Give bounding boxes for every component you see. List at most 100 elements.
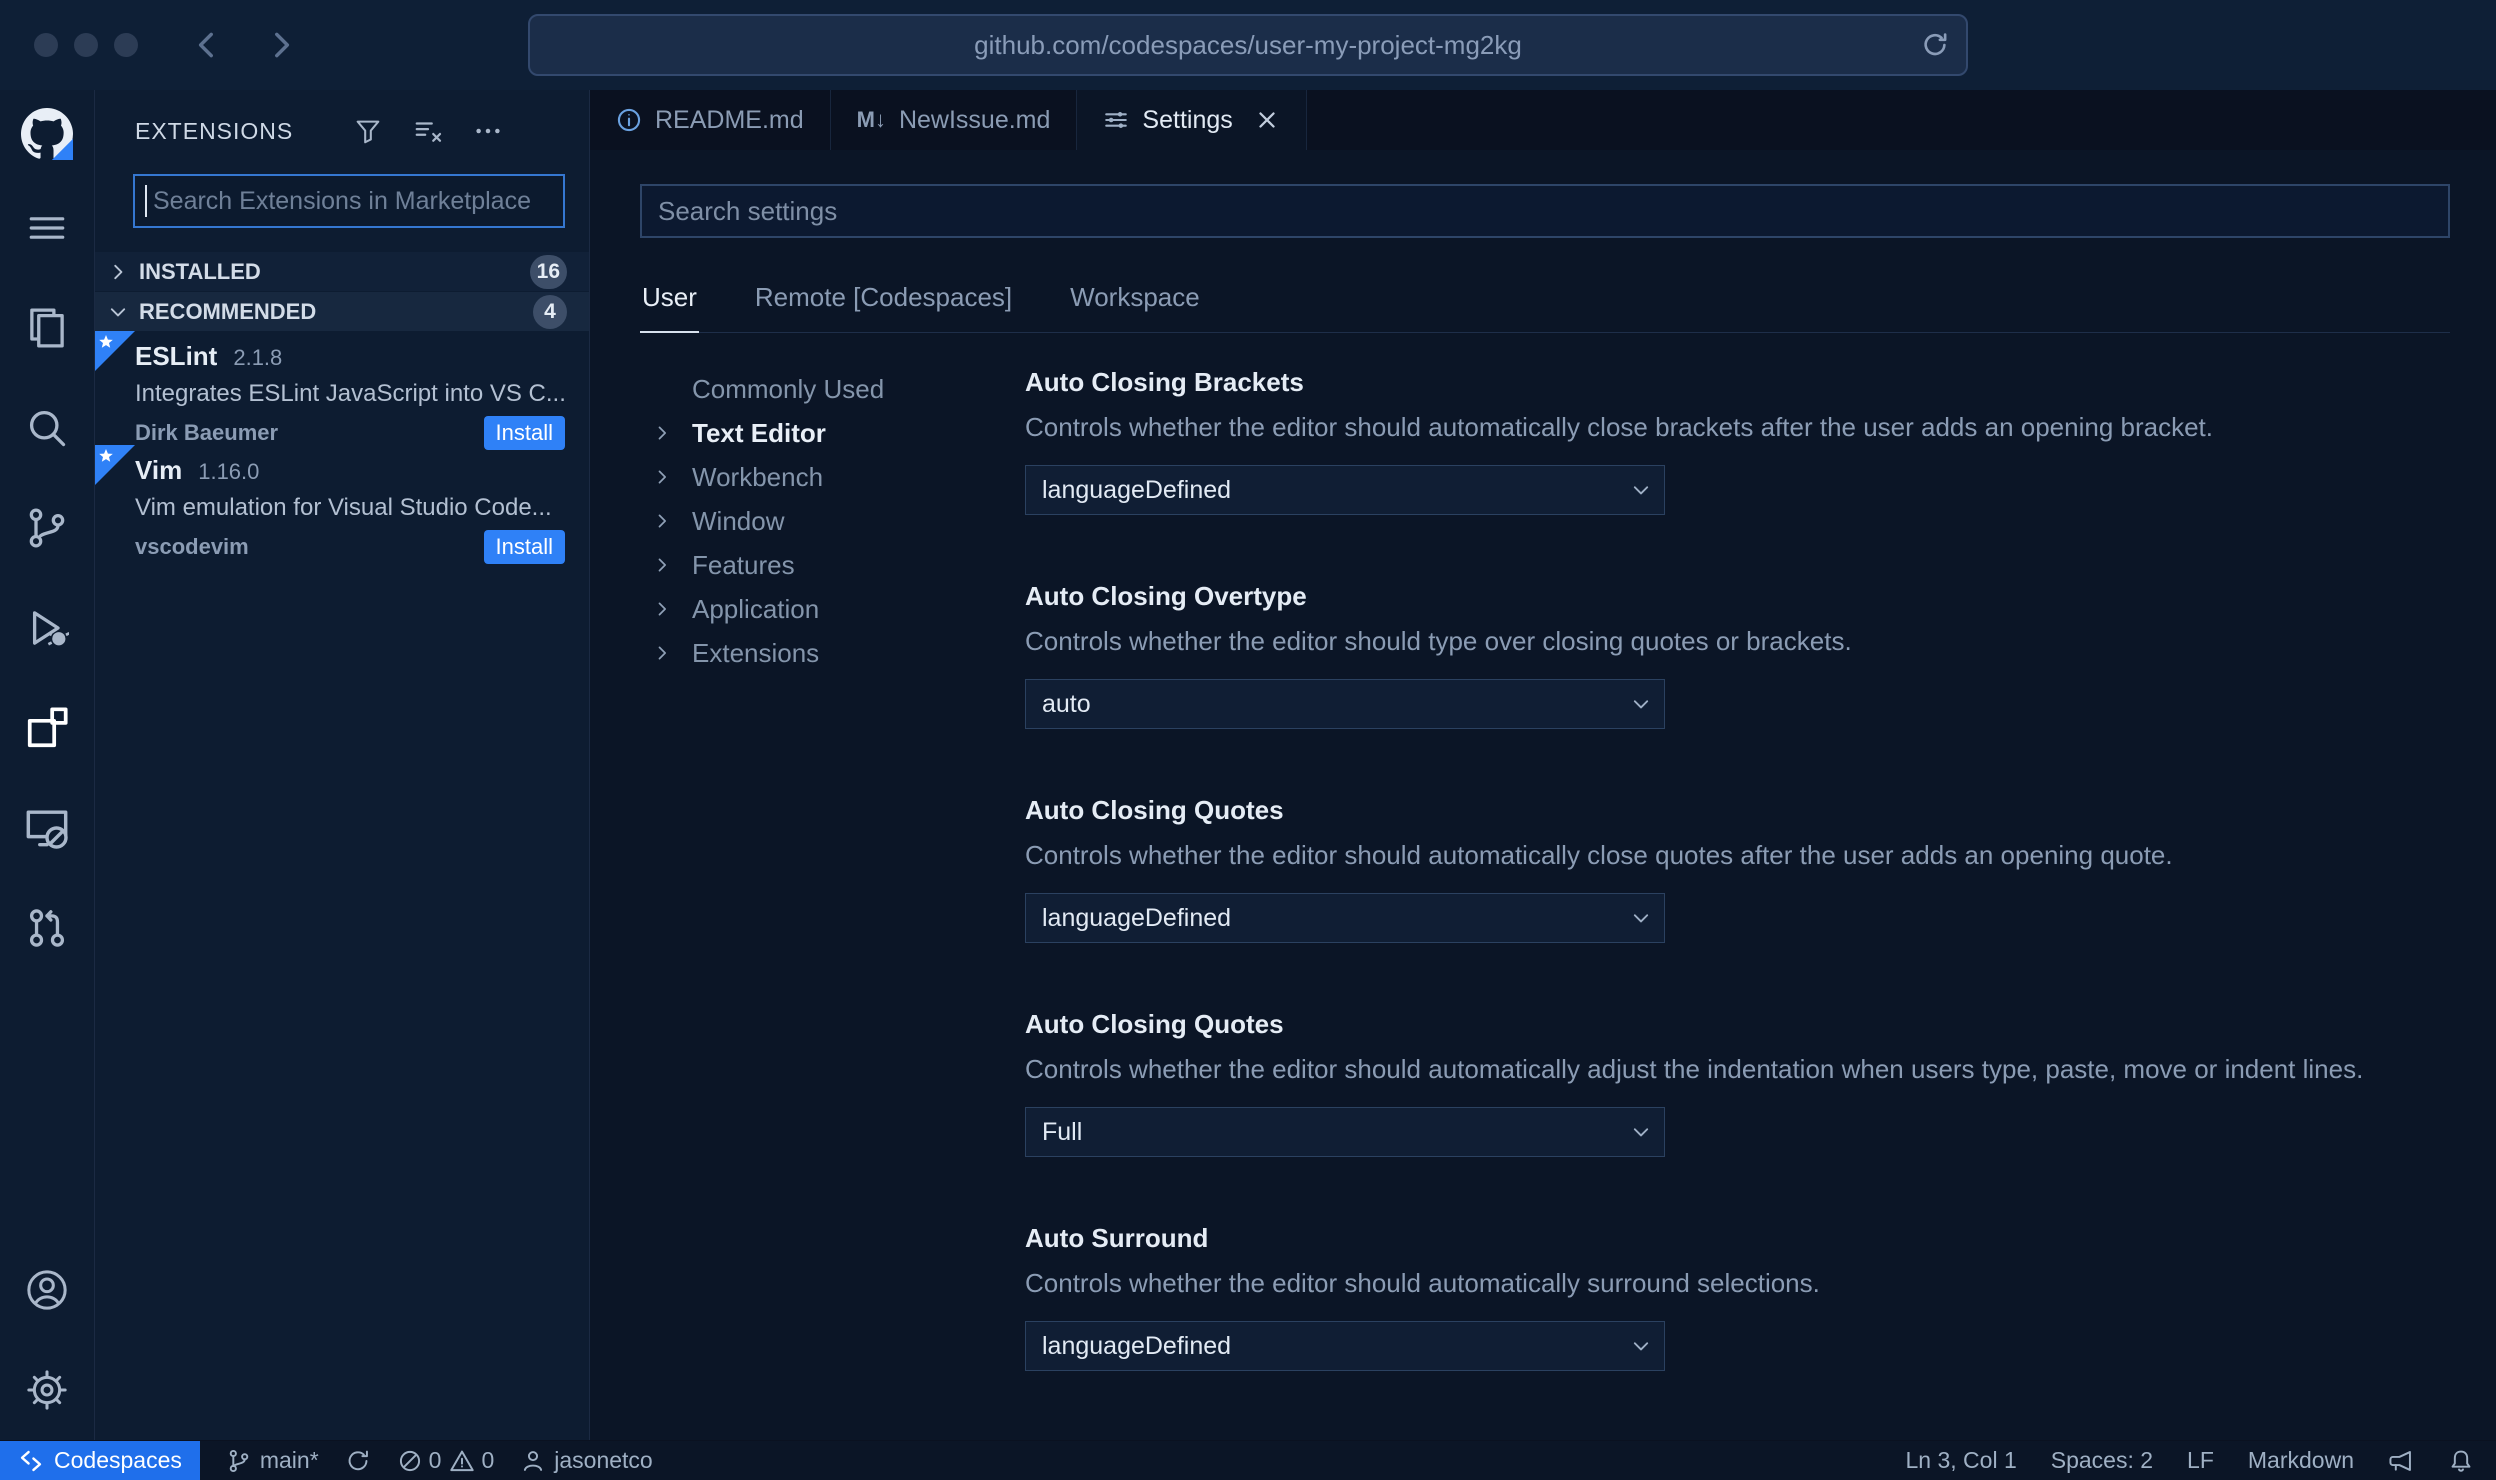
feedback-button[interactable] (2388, 1448, 2414, 1474)
extension-name: Vim (135, 455, 183, 485)
toc-label: Workbench (692, 461, 824, 492)
toc-workbench[interactable]: Workbench (640, 455, 1025, 499)
warning-count: 0 (481, 1447, 495, 1473)
url-bar[interactable]: github.com/codespaces/user-my-project-mg… (528, 14, 1968, 76)
close-tab-button[interactable] (1254, 107, 1280, 133)
extensions-button[interactable] (0, 678, 95, 778)
installed-count-badge: 16 (529, 254, 567, 289)
user-indicator[interactable]: jasonetco (520, 1447, 653, 1474)
chevron-down-icon (1633, 1128, 1649, 1137)
source-control-button[interactable] (0, 478, 95, 578)
setting-auto-indent: Auto Closing Quotes Controls whether the… (1025, 1009, 2450, 1157)
settings-gear-button[interactable] (0, 1340, 95, 1440)
refresh-button[interactable] (1920, 30, 1950, 60)
person-icon (524, 1450, 543, 1471)
tab-readme[interactable]: README.md (590, 90, 831, 150)
language-mode[interactable]: Markdown (2248, 1447, 2354, 1474)
sync-indicator[interactable] (345, 1448, 371, 1474)
indentation-indicator[interactable]: Spaces: 2 (2051, 1447, 2153, 1474)
setting-title: Auto Closing Quotes (1025, 1009, 1284, 1039)
settings-list: Auto Closing Brackets Controls whether t… (1025, 367, 2450, 1440)
extensions-icon (27, 707, 68, 748)
setting-dropdown[interactable]: languageDefined (1025, 465, 1665, 515)
search-button[interactable] (0, 378, 95, 478)
chevron-down-icon (1633, 486, 1649, 495)
settings-tab-icon (1105, 112, 1128, 128)
toc-commonly-used[interactable]: Commonly Used (640, 367, 1025, 411)
extensions-search-input[interactable] (147, 186, 563, 216)
menu-button[interactable] (0, 178, 95, 278)
chevron-down-icon (1633, 914, 1649, 923)
chevron-right-icon (658, 558, 666, 572)
clear-search-button[interactable] (413, 116, 443, 146)
dropdown-value: auto (1042, 689, 1091, 718)
settings-search-input[interactable] (640, 184, 2450, 238)
setting-dropdown[interactable]: Full (1025, 1107, 1665, 1157)
toc-label: Features (692, 549, 795, 580)
extension-author: vscodevim (135, 534, 249, 559)
setting-auto-surround: Auto Surround Controls whether the edito… (1025, 1223, 2450, 1371)
error-count: 0 (428, 1447, 442, 1473)
toc-features[interactable]: Features (640, 543, 1025, 587)
status-bar: Codespaces main* 0 0 jasonetco Ln 3, Col… (0, 1440, 2496, 1480)
window-dot[interactable] (114, 33, 138, 57)
scope-tab-user[interactable]: User (640, 268, 699, 333)
toc-text-editor[interactable]: Text Editor (640, 411, 1025, 455)
warning-icon (450, 1450, 475, 1471)
setting-dropdown[interactable]: languageDefined (1025, 893, 1665, 943)
setting-description: Controls whether the editor should autom… (1025, 840, 2173, 870)
account-icon (27, 1270, 67, 1310)
pull-request-button[interactable] (0, 878, 95, 978)
install-button[interactable]: Install (483, 530, 565, 564)
browser-forward-button[interactable] (264, 28, 298, 62)
activity-bar (0, 90, 95, 1440)
codespaces-remote-button[interactable]: Codespaces (0, 1441, 200, 1480)
scope-tab-workspace[interactable]: Workspace (1068, 268, 1202, 332)
remote-icon (20, 1450, 42, 1471)
setting-dropdown[interactable]: auto (1025, 679, 1665, 729)
extension-name: ESLint (135, 341, 218, 371)
toc-application[interactable]: Application (640, 587, 1025, 631)
cursor-position[interactable]: Ln 3, Col 1 (1906, 1447, 2017, 1474)
remote-explorer-icon (26, 810, 68, 849)
remote-explorer-button[interactable] (0, 778, 95, 878)
refresh-icon (1924, 33, 1947, 56)
more-actions-button[interactable] (473, 116, 503, 146)
eol-indicator[interactable]: LF (2187, 1447, 2214, 1474)
section-recommended[interactable]: RECOMMENDED 4 (95, 292, 589, 331)
problems-indicator[interactable]: 0 0 (397, 1447, 495, 1474)
tab-settings[interactable]: Settings (1077, 90, 1307, 150)
chevron-right-icon (658, 602, 666, 616)
menu-icon (29, 217, 65, 239)
scope-tab-remote[interactable]: Remote [Codespaces] (753, 268, 1014, 332)
filter-button[interactable] (353, 116, 383, 146)
toc-label: Window (692, 505, 785, 536)
dropdown-value: Full (1042, 1117, 1083, 1146)
star-icon (98, 448, 114, 464)
extensions-search-box (133, 174, 565, 228)
extension-item-eslint[interactable]: ESLint 2.1.8 Integrates ESLint JavaScrip… (95, 331, 589, 450)
section-label: RECOMMENDED (139, 298, 317, 324)
url-text: github.com/codespaces/user-my-project-mg… (974, 29, 1522, 60)
setting-dropdown[interactable]: languageDefined (1025, 1321, 1665, 1371)
window-dot[interactable] (74, 33, 98, 57)
filter-icon (356, 120, 380, 144)
chevron-right-icon (658, 514, 666, 528)
window-dot[interactable] (34, 33, 58, 57)
extension-item-vim[interactable]: Vim 1.16.0 Vim emulation for Visual Stud… (95, 445, 589, 564)
star-icon (98, 334, 114, 350)
close-icon (1259, 112, 1275, 128)
account-button[interactable] (0, 1240, 95, 1340)
browser-back-button[interactable] (190, 28, 224, 62)
toc-extensions[interactable]: Extensions (640, 631, 1025, 675)
explorer-button[interactable] (0, 278, 95, 378)
toc-label: Extensions (692, 637, 820, 668)
section-installed[interactable]: INSTALLED 16 (95, 252, 589, 291)
chevron-right-icon (658, 646, 666, 660)
branch-indicator[interactable]: main* (226, 1447, 319, 1474)
tab-newissue[interactable]: M↓ NewIssue.md (831, 90, 1078, 150)
toc-window[interactable]: Window (640, 499, 1025, 543)
error-icon (399, 1450, 420, 1471)
run-debug-button[interactable] (0, 578, 95, 678)
notifications-button[interactable] (2448, 1448, 2474, 1474)
